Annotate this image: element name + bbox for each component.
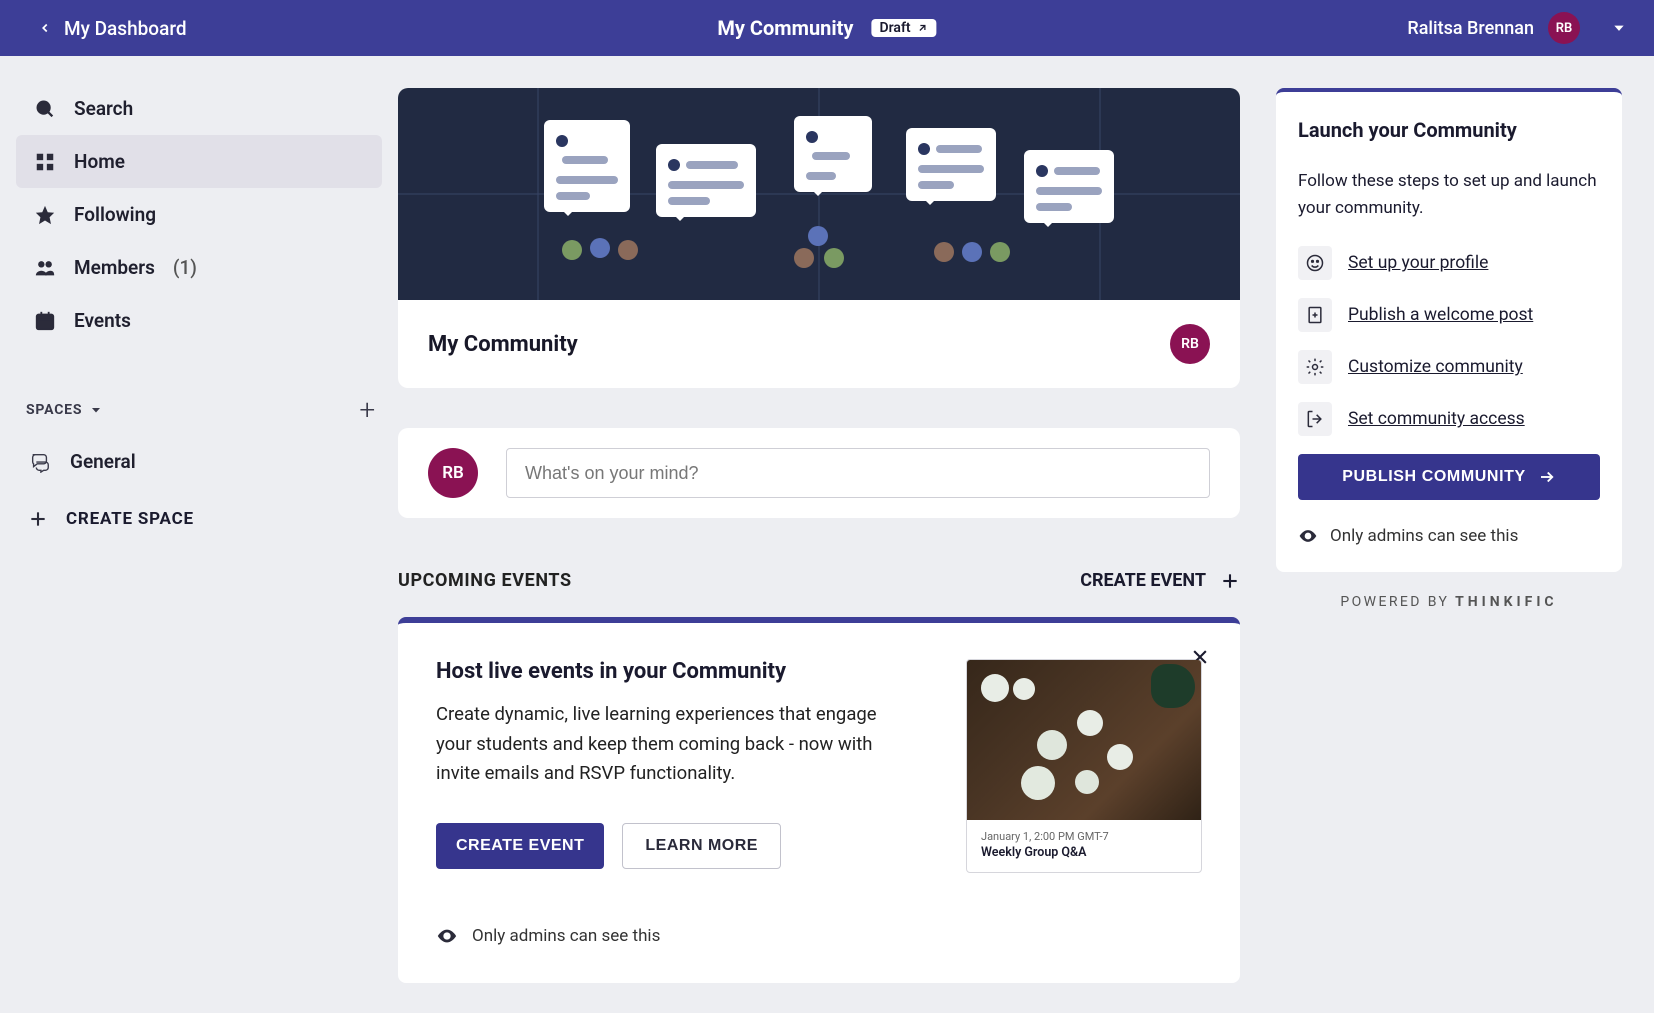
hero-title: My Community — [428, 332, 578, 357]
sidebar-item-label: Following — [74, 203, 156, 226]
star-icon — [34, 204, 56, 226]
event-preview-image — [967, 660, 1201, 820]
sidebar-item-label: Events — [74, 309, 131, 332]
sidebar-item-label: Members — [74, 256, 155, 279]
plus-icon — [1220, 571, 1240, 591]
events-promo-card: Host live events in your Community Creat… — [398, 617, 1240, 983]
spaces-header: SPACES + — [16, 385, 382, 434]
chevron-down-icon — [90, 404, 102, 416]
topbar-center: My Community Draft — [717, 16, 936, 40]
sidebar-item-label: Home — [74, 150, 125, 173]
chevron-down-icon[interactable] — [1612, 21, 1626, 35]
events-header-label: UPCOMING EVENTS — [398, 570, 572, 591]
sidebar-item-search[interactable]: Search — [16, 82, 382, 135]
launch-step-label: Set community access — [1348, 409, 1525, 429]
spaces-toggle[interactable]: SPACES — [26, 402, 102, 418]
hero-banner — [398, 88, 1240, 300]
sidebar: Search Home Following Members (1) Events… — [0, 56, 398, 1013]
event-preview-card: January 1, 2:00 PM GMT-7 Weekly Group Q&… — [966, 659, 1202, 873]
launch-step-label: Publish a welcome post — [1348, 305, 1533, 325]
hero-avatar[interactable]: RB — [1170, 324, 1210, 364]
community-hero: My Community RB — [398, 88, 1240, 388]
space-item-general[interactable]: General — [16, 434, 382, 489]
create-event-button[interactable]: CREATE EVENT — [436, 823, 604, 869]
sidebar-item-following[interactable]: Following — [16, 188, 382, 241]
launch-step-profile[interactable]: Set up your profile — [1298, 246, 1600, 280]
gear-icon — [1305, 357, 1325, 377]
powered-by: POWERED BY THINKIFIC — [1276, 594, 1622, 610]
event-date: January 1, 2:00 PM GMT-7 — [981, 830, 1187, 843]
right-rail: Launch your Community Follow these steps… — [1276, 56, 1654, 1013]
admin-note: Only admins can see this — [1298, 526, 1600, 546]
post-composer[interactable]: RB — [398, 428, 1240, 518]
smile-icon — [1305, 253, 1325, 273]
create-event-link[interactable]: CREATE EVENT — [1080, 570, 1240, 591]
arrow-right-icon — [1538, 468, 1556, 486]
launch-subtitle: Follow these steps to set up and launch … — [1298, 168, 1600, 222]
user-name: Ralitsa Brennan — [1407, 18, 1534, 39]
sidebar-item-events[interactable]: Events — [16, 294, 382, 347]
launch-step-post[interactable]: Publish a welcome post — [1298, 298, 1600, 332]
plus-icon — [28, 509, 48, 529]
composer-input[interactable] — [506, 448, 1210, 498]
publish-community-button[interactable]: PUBLISH COMMUNITY — [1298, 454, 1600, 500]
admin-note: Only admins can see this — [436, 925, 1202, 947]
space-label: General — [70, 450, 136, 473]
add-space-button[interactable]: + — [359, 393, 376, 426]
people-icon — [34, 257, 56, 279]
promo-body: Create dynamic, live learning experience… — [436, 700, 910, 789]
topbar-user[interactable]: Ralitsa Brennan RB — [1407, 12, 1626, 44]
learn-more-button[interactable]: LEARN MORE — [622, 823, 781, 869]
draft-badge[interactable]: Draft — [872, 19, 937, 37]
main-content: My Community RB RB UPCOMING EVENTS CREAT… — [398, 56, 1276, 1013]
launch-step-label: Customize community — [1348, 357, 1523, 377]
launch-step-customize[interactable]: Customize community — [1298, 350, 1600, 384]
avatar: RB — [1548, 12, 1580, 44]
launch-step-access[interactable]: Set community access — [1298, 402, 1600, 436]
launch-title: Launch your Community — [1298, 118, 1600, 142]
calendar-icon — [34, 310, 56, 332]
promo-title: Host live events in your Community — [436, 659, 910, 684]
sidebar-item-members[interactable]: Members (1) — [16, 241, 382, 294]
create-space-button[interactable]: CREATE SPACE — [16, 489, 382, 549]
chat-bubbles-icon — [28, 451, 52, 473]
composer-avatar: RB — [428, 448, 478, 498]
sidebar-item-home[interactable]: Home — [16, 135, 382, 188]
eye-icon — [1298, 526, 1318, 546]
events-header: UPCOMING EVENTS CREATE EVENT — [398, 570, 1240, 591]
members-count: (1) — [173, 256, 197, 279]
external-link-icon — [917, 22, 929, 34]
eye-icon — [436, 925, 458, 947]
search-icon — [34, 98, 56, 120]
back-label: My Dashboard — [64, 17, 187, 40]
event-title: Weekly Group Q&A — [981, 845, 1187, 860]
sidebar-item-label: Search — [74, 97, 133, 120]
grid-icon — [34, 151, 56, 173]
launch-card: Launch your Community Follow these steps… — [1276, 88, 1622, 572]
exit-icon — [1305, 409, 1325, 429]
doc-plus-icon — [1305, 305, 1325, 325]
community-title: My Community — [717, 16, 853, 40]
chevron-left-icon — [38, 21, 52, 35]
draft-label: Draft — [880, 20, 911, 36]
topbar: My Dashboard My Community Draft Ralitsa … — [0, 0, 1654, 56]
launch-step-label: Set up your profile — [1348, 253, 1488, 273]
